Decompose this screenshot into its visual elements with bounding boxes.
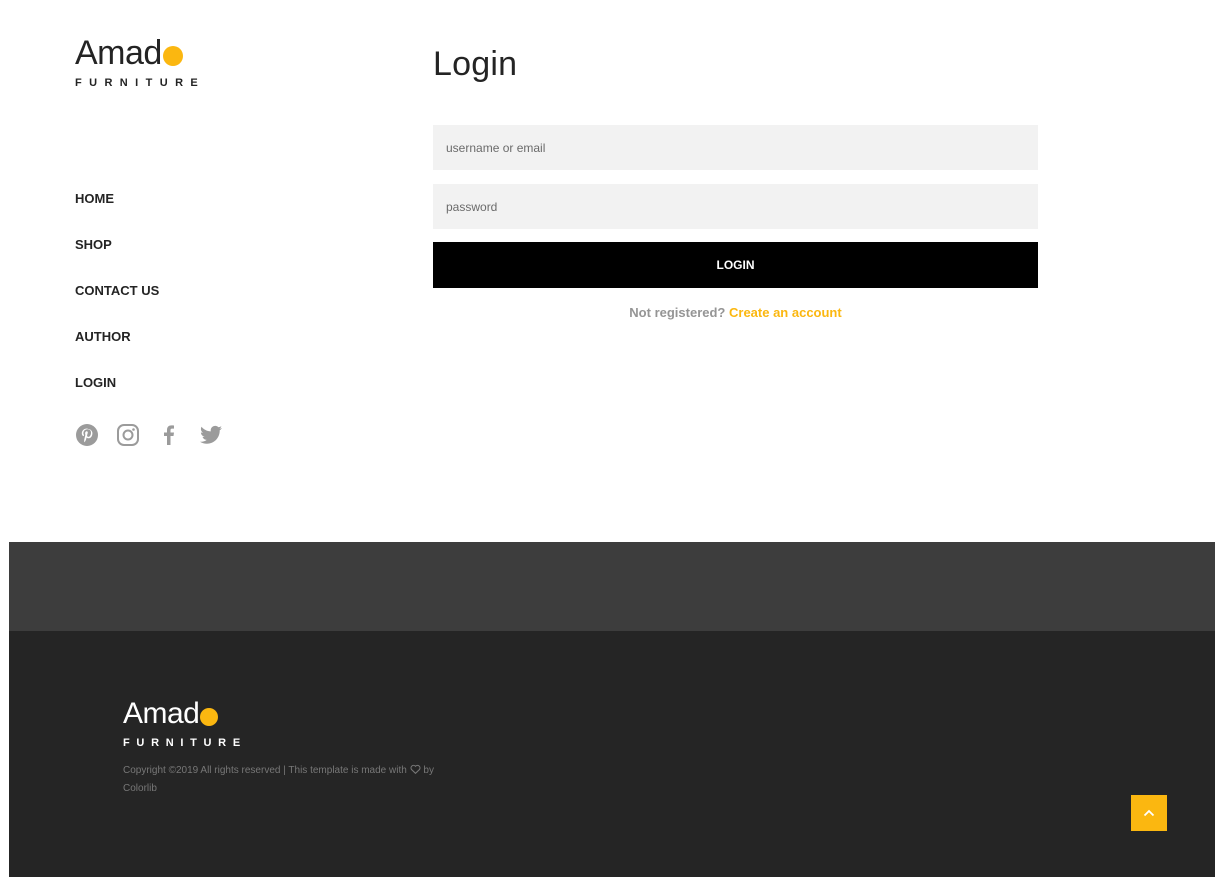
footer-logo-wordmark: Amad [123, 699, 247, 729]
logo-dot-icon [162, 46, 183, 66]
copyright-text: Copyright ©2019 All rights reserved | Th… [123, 762, 443, 798]
footer-logo-text: Amad [123, 697, 200, 730]
social-links [75, 423, 239, 449]
password-input[interactable] [433, 184, 1038, 229]
nav-item-home[interactable]: HOME [75, 191, 159, 237]
nav-item-author[interactable]: AUTHOR [75, 329, 159, 375]
logo-text: Amad [75, 34, 162, 72]
instagram-icon[interactable] [116, 423, 142, 449]
logo-tagline: FURNITURE [75, 77, 206, 89]
nav-item-login[interactable]: LOGIN [75, 375, 159, 421]
copyright-line: Copyright ©2019 All rights reserved | Th… [123, 765, 387, 776]
nav-item-contact-us[interactable]: CONTACT US [75, 283, 159, 329]
heart-icon [410, 764, 421, 776]
sidebar-logo[interactable]: Amad FURNITURE [75, 36, 205, 89]
register-prompt: Not registered? Create an account [433, 305, 1038, 320]
register-prompt-text: Not registered? [629, 305, 726, 320]
logo-wordmark: Amad [75, 36, 205, 70]
facebook-icon[interactable] [157, 423, 183, 449]
chevron-up-icon [1143, 809, 1155, 817]
main-nav: HOME SHOP CONTACT US AUTHOR LOGIN [75, 191, 159, 421]
username-input[interactable] [433, 125, 1038, 170]
create-account-link[interactable]: Create an account [729, 305, 842, 320]
footer-logo-dot-icon [200, 707, 219, 726]
login-button[interactable]: LOGIN [433, 242, 1038, 288]
footer-top-band [9, 542, 1215, 631]
pinterest-icon[interactable] [75, 423, 101, 449]
scroll-top-button[interactable] [1131, 795, 1167, 831]
footer-logo[interactable]: Amad FURNITURE [123, 699, 247, 750]
footer-logo-tagline: FURNITURE [123, 737, 247, 749]
nav-item-shop[interactable]: SHOP [75, 237, 159, 283]
copyright-with: with [389, 765, 407, 776]
page-title: Login [433, 45, 518, 83]
twitter-icon[interactable] [198, 423, 224, 449]
footer: Amad FURNITURE Copyright ©2019 All right… [9, 631, 1215, 877]
